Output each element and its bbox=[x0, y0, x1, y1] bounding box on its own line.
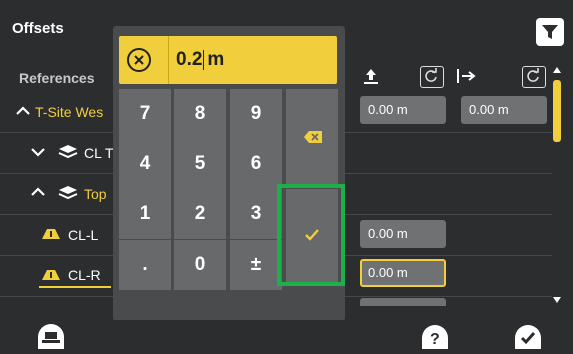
scroll-down-icon[interactable] bbox=[552, 296, 562, 304]
value-field[interactable]: 0.00 m bbox=[360, 96, 446, 124]
scrollbar-thumb[interactable] bbox=[553, 80, 561, 142]
references-label: References bbox=[19, 70, 95, 86]
chevron-up-icon bbox=[16, 106, 30, 115]
key-0[interactable]: 0 bbox=[174, 240, 226, 290]
confirm-icon bbox=[520, 332, 536, 345]
road-icon bbox=[42, 229, 60, 239]
selection-underline bbox=[39, 286, 111, 288]
rotate-button-1[interactable] bbox=[420, 66, 444, 88]
key-decimal[interactable]: . bbox=[119, 240, 171, 290]
key-1[interactable]: 1 bbox=[119, 189, 171, 239]
row-label: CL-L bbox=[68, 227, 99, 243]
help-icon: ? bbox=[430, 331, 440, 348]
row-label: CL T bbox=[84, 145, 114, 161]
row-label: Top bbox=[84, 186, 107, 202]
keypad-display bbox=[119, 36, 337, 84]
key-8[interactable]: 8 bbox=[174, 89, 226, 139]
layers-icon bbox=[58, 145, 78, 159]
key-7[interactable]: 7 bbox=[119, 89, 171, 139]
backspace-button[interactable] bbox=[286, 89, 338, 186]
value-field[interactable]: 0.00 m bbox=[360, 220, 446, 248]
highlight-frame bbox=[277, 184, 345, 286]
filter-button[interactable] bbox=[536, 18, 564, 46]
rotate-icon bbox=[425, 68, 437, 82]
clear-button[interactable] bbox=[127, 48, 151, 72]
row-label: CL-R bbox=[68, 267, 101, 283]
chevron-up-icon bbox=[31, 187, 45, 196]
elevation-icon bbox=[364, 69, 378, 84]
scroll-up-icon[interactable] bbox=[552, 66, 562, 74]
display-divider bbox=[168, 36, 169, 84]
confirm-button[interactable] bbox=[515, 325, 541, 349]
footer-bar bbox=[0, 320, 573, 349]
row-label: T-Site Wes bbox=[35, 104, 104, 120]
key-9[interactable]: 9 bbox=[230, 89, 282, 139]
clear-icon bbox=[134, 55, 144, 65]
chevron-down-icon bbox=[31, 148, 45, 157]
horizontal-offset-icon bbox=[457, 69, 476, 83]
text-cursor bbox=[203, 49, 205, 70]
key-2[interactable]: 2 bbox=[174, 189, 226, 239]
key-5[interactable]: 5 bbox=[174, 139, 226, 189]
display-unit: m bbox=[207, 49, 225, 70]
machine-icon bbox=[42, 332, 60, 343]
rotate-button-2[interactable] bbox=[522, 66, 546, 88]
key-6[interactable]: 6 bbox=[230, 139, 282, 189]
key-3[interactable]: 3 bbox=[230, 189, 282, 239]
layers-icon bbox=[58, 186, 78, 200]
backspace-icon bbox=[304, 131, 322, 143]
road-icon bbox=[42, 270, 60, 280]
rotate-icon bbox=[527, 68, 539, 82]
filter-icon bbox=[542, 25, 558, 39]
help-button[interactable]: ? bbox=[422, 325, 448, 349]
page-title: Offsets bbox=[12, 20, 64, 37]
display-input[interactable]: 0.2 m bbox=[176, 49, 224, 71]
key-plus-minus[interactable]: ± bbox=[230, 240, 282, 290]
value-field[interactable]: 0.00 m bbox=[461, 96, 547, 124]
svg-text:?: ? bbox=[430, 331, 440, 348]
display-value: 0.2 bbox=[176, 49, 203, 70]
machine-button[interactable] bbox=[38, 324, 64, 349]
key-4[interactable]: 4 bbox=[119, 139, 171, 189]
value-field-selected[interactable]: 0.00 m bbox=[360, 259, 446, 287]
value-field[interactable] bbox=[360, 298, 446, 306]
